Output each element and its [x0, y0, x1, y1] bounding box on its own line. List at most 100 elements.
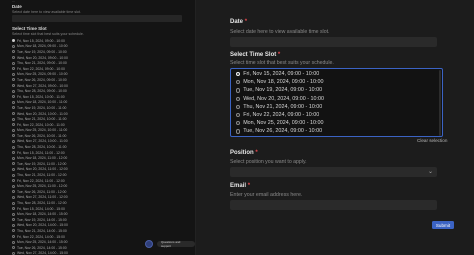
- radio-icon: [12, 117, 15, 121]
- time-slot-option[interactable]: Mon, Nov 25, 2024, 09:00 - 10:00: [12, 72, 68, 78]
- time-slot-option[interactable]: Fri, Nov 15, 2024, 09:00 - 10:00: [231, 70, 442, 78]
- time-slot-option[interactable]: Tue, Nov 26, 2024, 09:00 - 10:00: [231, 127, 442, 135]
- radio-icon: [12, 235, 15, 239]
- time-slot-option-label: Thu, Nov 28, 2024, 10:00 - 11:00: [17, 145, 67, 150]
- support-button[interactable]: Questions and support: [157, 240, 195, 248]
- time-slot-option[interactable]: Tue, Nov 26, 2024, 10:00 - 11:00: [12, 133, 68, 139]
- time-slot-option[interactable]: Tue, Nov 26, 2024, 11:00 - 12:00: [12, 189, 68, 195]
- radio-icon: [12, 123, 15, 127]
- time-slot-option[interactable]: Wed, Nov 27, 2024, 10:00 - 11:00: [12, 139, 68, 145]
- time-slot-option[interactable]: Mon, Nov 25, 2024, 14:00 - 15:00: [12, 239, 68, 245]
- time-slot-option[interactable]: Tue, Nov 19, 2024, 11:00 - 12:00: [12, 161, 68, 167]
- date-label: Date *: [230, 19, 248, 25]
- time-slot-option[interactable]: Mon, Nov 18, 2024, 09:00 - 10:00: [231, 78, 442, 86]
- time-slot-option[interactable]: Tue, Nov 19, 2024, 09:00 - 10:00: [12, 49, 68, 55]
- time-slot-option[interactable]: Fri, Nov 15, 2024, 11:00 - 12:00: [12, 150, 68, 156]
- time-slot-option-label: Wed, Nov 20, 2024, 09:00 - 10:00: [17, 55, 68, 60]
- time-slot-option[interactable]: Wed, Nov 27, 2024, 09:00 - 10:00: [12, 83, 68, 89]
- help-bubble-icon[interactable]: [145, 240, 153, 248]
- radio-icon: [12, 251, 15, 255]
- email-input[interactable]: [230, 200, 437, 210]
- time-slot-option[interactable]: Fri, Nov 15, 2024, 10:00 - 11:00: [12, 94, 68, 100]
- time-slot-option[interactable]: Thu, Nov 21, 2024, 11:00 - 12:00: [12, 172, 68, 178]
- position-label: Position *: [230, 150, 258, 156]
- time-slot-option-label: Fri, Nov 22, 2024, 14:00 - 15:00: [17, 234, 65, 239]
- time-slot-option[interactable]: Tue, Nov 19, 2024, 10:00 - 11:00: [12, 105, 68, 111]
- position-select[interactable]: ⌄: [230, 167, 437, 177]
- radio-icon: [12, 106, 15, 110]
- time-slot-option[interactable]: Wed, Nov 20, 2024, 09:00 - 10:00: [231, 95, 442, 103]
- time-slot-listbox[interactable]: Fri, Nov 15, 2024, 09:00 - 10:00 Mon, Nov…: [230, 68, 443, 137]
- time-slot-option[interactable]: Thu, Nov 28, 2024, 09:00 - 10:00: [12, 88, 68, 94]
- radio-icon: [12, 134, 15, 138]
- radio-icon: [12, 173, 15, 177]
- time-slot-option[interactable]: Thu, Nov 21, 2024, 10:00 - 11:00: [12, 116, 68, 122]
- time-slot-option-label: Mon, Nov 25, 2024, 14:00 - 15:00: [17, 240, 68, 245]
- time-slot-option[interactable]: Wed, Nov 27, 2024, 14:00 - 15:00: [12, 251, 68, 255]
- time-slot-option[interactable]: Fri, Nov 22, 2024, 09:00 - 10:00: [231, 111, 442, 119]
- time-slot-option[interactable]: Wed, Nov 20, 2024, 14:00 - 15:00: [12, 223, 68, 229]
- time-slot-option[interactable]: Fri, Nov 15, 2024, 14:00 - 15:00: [12, 206, 68, 212]
- booking-form: Date * Select date here to view availabl…: [220, 0, 454, 255]
- date-label: Date: [12, 4, 22, 9]
- time-slot-option-label: Wed, Nov 27, 2024, 14:00 - 15:00: [17, 251, 68, 255]
- radio-icon: [12, 139, 15, 143]
- radio-icon: [12, 151, 15, 155]
- submit-button[interactable]: Submit: [432, 221, 454, 229]
- radio-icon: [12, 218, 15, 222]
- time-slot-option-label: Mon, Nov 18, 2024, 10:00 - 11:00: [17, 100, 68, 105]
- time-slot-option[interactable]: Mon, Nov 18, 2024, 11:00 - 12:00: [12, 155, 68, 161]
- time-slot-option[interactable]: Tue, Nov 19, 2024, 14:00 - 15:00: [12, 217, 68, 223]
- time-slot-option[interactable]: Thu, Nov 28, 2024, 10:00 - 11:00: [12, 144, 68, 150]
- time-slot-option[interactable]: Mon, Nov 18, 2024, 10:00 - 11:00: [12, 100, 68, 106]
- clear-selection-link[interactable]: Clear selection: [417, 138, 447, 143]
- time-slot-option-label: Mon, Nov 25, 2024, 11:00 - 12:00: [17, 184, 68, 189]
- time-slot-option-label: Tue, Nov 19, 2024, 09:00 - 10:00: [17, 49, 67, 54]
- time-slot-option-label: Wed, Nov 20, 2024, 11:00 - 12:00: [17, 167, 68, 172]
- time-slot-option[interactable]: Mon, Nov 18, 2024, 14:00 - 15:00: [12, 211, 68, 217]
- time-slot-option[interactable]: Wed, Nov 20, 2024, 11:00 - 12:00: [12, 167, 68, 173]
- time-slot-option[interactable]: Fri, Nov 22, 2024, 09:00 - 10:00: [12, 66, 68, 72]
- required-asterisk: *: [247, 183, 251, 189]
- time-slot-option-label: Tue, Nov 26, 2024, 11:00 - 12:00: [17, 189, 67, 194]
- position-help: Select position you want to apply.: [230, 159, 307, 165]
- time-slot-option[interactable]: Thu, Nov 28, 2024, 11:00 - 12:00: [12, 200, 68, 206]
- time-slot-option[interactable]: Tue, Nov 26, 2024, 14:00 - 15:00: [12, 245, 68, 251]
- date-input[interactable]: [230, 37, 437, 47]
- time-slot-option[interactable]: Mon, Nov 25, 2024, 09:00 - 10:00: [231, 119, 442, 127]
- time-slot-option-label: Tue, Nov 19, 2024, 10:00 - 11:00: [17, 105, 67, 110]
- time-slot-option-label: Tue, Nov 26, 2024, 09:00 - 10:00: [243, 128, 323, 135]
- time-slot-option[interactable]: Fri, Nov 15, 2024, 09:00 - 10:00: [12, 38, 68, 44]
- radio-icon: [12, 246, 15, 250]
- radio-icon: [12, 100, 15, 104]
- time-slot-option[interactable]: Mon, Nov 25, 2024, 11:00 - 12:00: [12, 183, 68, 189]
- time-slot-option[interactable]: Fri, Nov 22, 2024, 14:00 - 15:00: [12, 234, 68, 240]
- date-input[interactable]: [12, 15, 182, 22]
- time-slot-option[interactable]: Mon, Nov 25, 2024, 10:00 - 11:00: [12, 128, 68, 134]
- radio-icon: [12, 240, 15, 244]
- email-label: Email *: [230, 183, 251, 189]
- time-slot-option[interactable]: Mon, Nov 18, 2024, 09:00 - 10:00: [12, 44, 68, 50]
- time-slot-option[interactable]: Fri, Nov 22, 2024, 11:00 - 12:00: [12, 178, 68, 184]
- time-slot-option[interactable]: Wed, Nov 27, 2024, 11:00 - 12:00: [12, 195, 68, 201]
- time-slot-option[interactable]: Tue, Nov 19, 2024, 09:00 - 10:00: [231, 86, 442, 94]
- listbox-scrollbar[interactable]: [439, 70, 441, 136]
- time-slot-option[interactable]: Tue, Nov 26, 2024, 09:00 - 10:00: [12, 77, 68, 83]
- time-slot-option[interactable]: Thu, Nov 21, 2024, 09:00 - 10:00: [12, 60, 68, 66]
- radio-icon: [12, 84, 15, 88]
- radio-icon: [12, 95, 15, 99]
- time-slot-options: Fri, Nov 15, 2024, 09:00 - 10:00 Mon, Nov…: [231, 70, 442, 136]
- time-slot-option-label: Wed, Nov 27, 2024, 10:00 - 11:00: [17, 139, 68, 144]
- radio-icon: [12, 72, 15, 76]
- time-slot-option[interactable]: Wed, Nov 20, 2024, 09:00 - 10:00: [12, 55, 68, 61]
- time-slot-option-label: Fri, Nov 15, 2024, 11:00 - 12:00: [17, 150, 65, 155]
- truncated-text: ...: [12, 0, 16, 3]
- radio-icon: [12, 184, 15, 188]
- time-slot-option[interactable]: Thu, Nov 21, 2024, 09:00 - 10:00: [231, 103, 442, 111]
- time-slot-option-label: Fri, Nov 22, 2024, 10:00 - 11:00: [17, 122, 65, 127]
- radio-icon: [12, 190, 15, 194]
- time-slot-option[interactable]: Wed, Nov 20, 2024, 10:00 - 11:00: [12, 111, 68, 117]
- time-slot-help: Select time slot that best suits your sc…: [12, 32, 84, 36]
- time-slot-option[interactable]: Fri, Nov 22, 2024, 10:00 - 11:00: [12, 122, 68, 128]
- time-slot-option[interactable]: Thu, Nov 21, 2024, 14:00 - 15:00: [12, 228, 68, 234]
